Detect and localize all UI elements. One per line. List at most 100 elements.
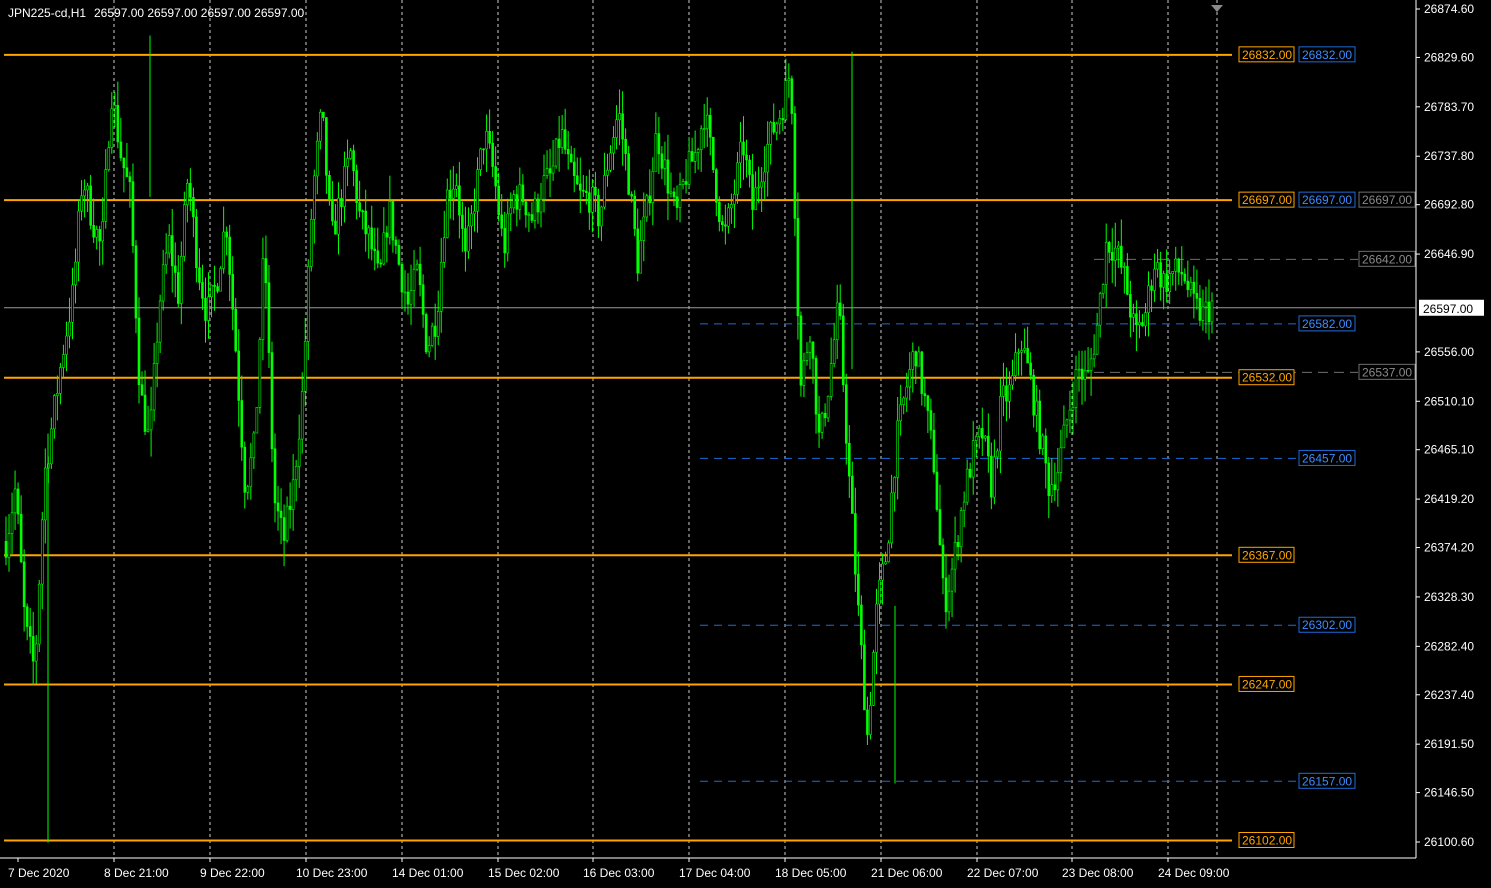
candle-body [445, 189, 449, 238]
candle-body [1092, 353, 1096, 360]
candle [569, 145, 573, 163]
candle-body [715, 169, 718, 203]
candle-body [325, 117, 328, 176]
candle [180, 241, 183, 325]
candle-body [917, 351, 921, 367]
candle-body [733, 193, 736, 205]
candle [890, 474, 893, 549]
candle [766, 121, 769, 197]
candlestick-series [4, 35, 1214, 843]
candle [19, 495, 23, 564]
candle-body [13, 488, 17, 514]
candle [497, 172, 500, 222]
candle [458, 162, 461, 239]
candle-body [814, 358, 818, 415]
candle-body [527, 214, 531, 216]
candle-body [905, 386, 909, 399]
candle [687, 136, 691, 188]
candle [125, 142, 129, 178]
candle [618, 89, 621, 146]
candle-body [745, 154, 748, 161]
candle-body [621, 113, 624, 140]
candle-body [984, 435, 987, 439]
candle [1180, 246, 1184, 286]
candle [340, 189, 343, 226]
candle-body [648, 195, 652, 204]
candle [276, 485, 280, 531]
candle-body [297, 438, 301, 467]
candle [796, 192, 800, 340]
candle-body [1002, 385, 1005, 397]
candle-body [860, 604, 863, 646]
candle-body [158, 300, 162, 343]
candle [778, 109, 782, 135]
candle [914, 350, 918, 385]
candle-body [739, 141, 742, 164]
candle [1210, 292, 1214, 334]
y-tick-label: 26146.50 [1424, 786, 1474, 800]
candle [1044, 428, 1048, 489]
candle [708, 107, 712, 156]
candle [911, 342, 915, 393]
candle [808, 336, 812, 370]
candle [1104, 223, 1108, 308]
candle-body [557, 138, 561, 148]
candle [225, 226, 228, 256]
candle [418, 246, 422, 297]
candle-body [1068, 409, 1072, 421]
candle [1092, 334, 1096, 368]
candle-body [346, 158, 349, 167]
candle [80, 180, 83, 221]
candle-body [319, 111, 322, 142]
candle [297, 414, 301, 488]
candle-body [1132, 313, 1135, 318]
candle-body [959, 510, 963, 548]
orange-level-label: 26697.00 [1242, 193, 1292, 207]
candle [189, 168, 192, 211]
candle-body [322, 111, 325, 118]
candle [724, 204, 727, 245]
candle-body [485, 131, 488, 150]
candle [854, 487, 857, 593]
candle [316, 132, 319, 195]
candle [1077, 350, 1081, 392]
candle [1156, 248, 1159, 278]
candle [1101, 283, 1105, 299]
candle-body [282, 517, 286, 541]
candle [243, 441, 247, 509]
candle [823, 403, 827, 427]
x-tick-label: 16 Dec 03:00 [583, 866, 655, 880]
candle [59, 363, 62, 405]
candle [421, 274, 425, 328]
candle [721, 215, 724, 232]
candle-body [1192, 281, 1196, 294]
candle-body [899, 404, 902, 422]
candle [802, 352, 806, 398]
candle-body [406, 291, 410, 305]
candle-body [1141, 322, 1144, 327]
candle [987, 413, 990, 473]
candle-body [167, 235, 171, 254]
y-tick-label: 26692.80 [1424, 198, 1474, 212]
candle [355, 164, 358, 220]
symbol-timeframe: JPN225-cd,H1 [8, 6, 86, 20]
candle-body [391, 201, 395, 241]
candle [1189, 276, 1193, 297]
candle-body [669, 191, 673, 194]
candle [264, 235, 268, 309]
candle [965, 459, 969, 506]
candle-body [388, 201, 392, 238]
candle-body [204, 298, 207, 321]
price-chart[interactable]: 26832.00 26697.00 26532.00 26367.00 26247.00… [0, 0, 1491, 888]
candle-body [1180, 271, 1184, 275]
candle [210, 284, 213, 318]
candle [1035, 384, 1038, 433]
shift-marker-icon[interactable] [1211, 5, 1223, 12]
candle-body [50, 428, 53, 465]
candle [216, 282, 219, 294]
candle [893, 476, 896, 512]
x-tick-label: 22 Dec 07:00 [967, 866, 1039, 880]
candle-body [572, 161, 576, 177]
candle-body [358, 202, 361, 212]
candle-body [887, 542, 890, 563]
